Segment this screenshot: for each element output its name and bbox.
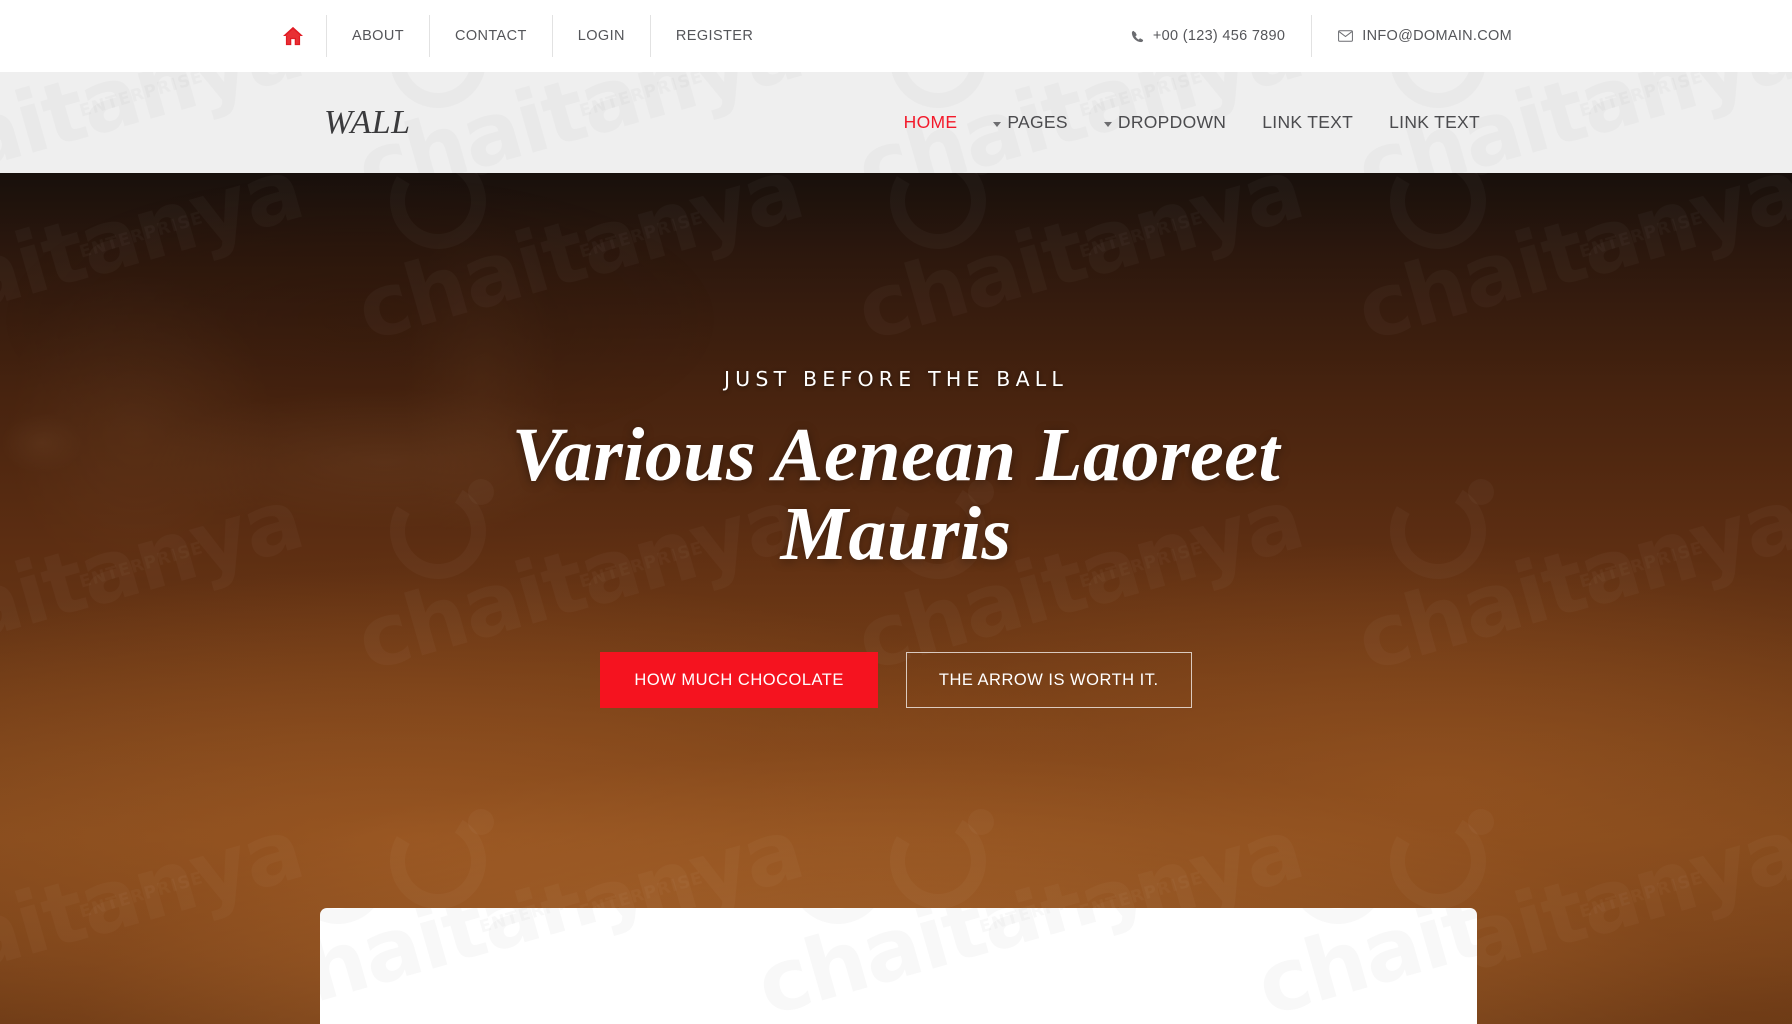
top-utility-links: ABOUT CONTACT LOGIN REGISTER	[276, 15, 778, 57]
hero-banner: chaitanya ENTERPRISE chaitanya ENTERPRIS…	[0, 173, 1792, 1024]
content-panel: chaitanya ENTERPRISE chaitanya ENTERPRIS…	[320, 908, 1477, 1024]
envelope-icon	[1338, 30, 1354, 42]
nav-item-label: DROPDOWN	[1117, 112, 1227, 132]
top-link-about[interactable]: ABOUT	[327, 15, 430, 57]
nav-item-link-text-1[interactable]: LINK TEXT	[1244, 112, 1371, 133]
main-navigation-bar: chaitanya ENTERPRISE chaitanya ENTERPRIS…	[0, 72, 1792, 173]
watermark-subtext: ENTERPRISE	[77, 72, 206, 122]
watermark-text: chaitanya	[0, 72, 312, 173]
nav-item-label: LINK TEXT	[1389, 112, 1480, 132]
chevron-down-icon	[993, 121, 1002, 127]
top-utility-bar: ABOUT CONTACT LOGIN REGISTER +00 (123) 4…	[0, 0, 1792, 72]
watermark-overlay-panel: chaitanya ENTERPRISE chaitanya ENTERPRIS…	[320, 908, 1477, 1024]
email-contact[interactable]: INFO@DOMAIN.COM	[1312, 15, 1516, 57]
home-icon	[282, 26, 304, 46]
home-link[interactable]	[276, 15, 327, 57]
hero-title-line-2: Mauris	[780, 492, 1012, 577]
nav-item-dropdown[interactable]: DROPDOWN	[1086, 112, 1244, 133]
nav-item-home[interactable]: HOME	[886, 112, 976, 133]
phone-contact[interactable]: +00 (123) 456 7890	[1105, 15, 1313, 57]
hero-primary-cta-button[interactable]: HOW MUCH CHOCOLATE	[600, 652, 878, 709]
nav-item-pages[interactable]: PAGES	[975, 112, 1086, 133]
hero-eyebrow: JUST BEFORE THE BALL	[723, 367, 1069, 391]
watermark-text: chaitanya	[746, 908, 1213, 1024]
hero-title: Various Aenean Laoreet Mauris	[396, 413, 1396, 577]
nav-item-label: PAGES	[1007, 112, 1068, 132]
page-root: ABOUT CONTACT LOGIN REGISTER +00 (123) 4…	[0, 0, 1792, 1024]
watermark-text: chaitanya	[320, 908, 713, 1024]
top-link-contact[interactable]: CONTACT	[430, 15, 553, 57]
email-address: INFO@DOMAIN.COM	[1362, 28, 1512, 44]
nav-item-label: HOME	[903, 112, 958, 132]
top-link-login[interactable]: LOGIN	[553, 15, 651, 57]
watermark-logo-icon	[779, 908, 897, 935]
top-link-register[interactable]: REGISTER	[651, 15, 778, 57]
watermark-subtext: ENTERPRISE	[1577, 72, 1706, 122]
nav-item-label: LINK TEXT	[1262, 112, 1354, 132]
hero-title-line-1: Various Aenean Laoreet	[511, 413, 1281, 497]
phone-number: +00 (123) 456 7890	[1152, 28, 1286, 44]
site-logo[interactable]: WALL	[276, 104, 411, 142]
chevron-down-icon	[1103, 121, 1112, 127]
phone-icon	[1131, 30, 1144, 43]
watermark-text: chaitanya	[1246, 908, 1477, 1024]
hero-secondary-cta-button[interactable]: THE ARROW IS WORTH IT.	[905, 652, 1192, 709]
watermark-subtext: ENTERPRISE	[477, 908, 606, 938]
hero-content: JUST BEFORE THE BALL Various Aenean Laor…	[0, 173, 1792, 709]
top-utility-bar-inner: ABOUT CONTACT LOGIN REGISTER +00 (123) 4…	[276, 0, 1516, 72]
watermark-logo-icon	[320, 908, 397, 935]
primary-menu: HOME PAGES DROPDOWN LINK TEXT LINK TEXT	[886, 112, 1516, 133]
watermark-subtext: ENTERPRISE	[977, 908, 1106, 938]
main-navigation-inner: WALL HOME PAGES DROPDOWN LINK TEXT LINK	[276, 72, 1516, 173]
watermark-logo-icon	[1279, 908, 1397, 935]
hero-cta-group: HOW MUCH CHOCOLATE THE ARROW IS WORTH IT…	[0, 652, 1792, 709]
top-contact-info: +00 (123) 456 7890 INFO@DOMAIN.COM	[1105, 15, 1516, 57]
nav-item-link-text-2[interactable]: LINK TEXT	[1371, 112, 1498, 133]
